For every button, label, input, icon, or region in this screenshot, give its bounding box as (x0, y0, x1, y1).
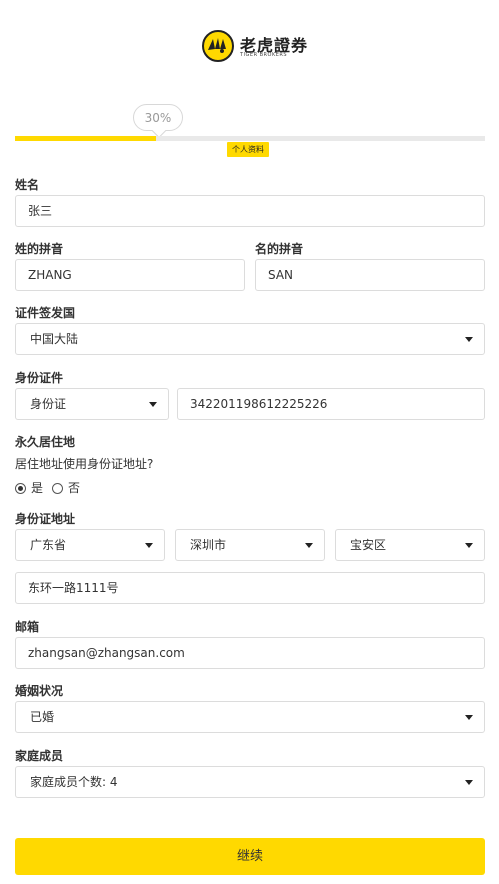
issuing-country-label: 证件签发国 (15, 306, 76, 320)
province-value: 广东省 (30, 538, 67, 552)
id-number-input[interactable]: 342201198612225226 (177, 388, 485, 420)
name-input[interactable]: 张三 (15, 195, 485, 227)
marital-status-value: 已婚 (30, 710, 55, 724)
province-select[interactable]: 广东省 (15, 529, 165, 561)
issuing-country-select[interactable]: 中国大陆 (15, 323, 485, 355)
residence-question: 居住地址使用身份证地址? (15, 457, 154, 471)
progress-bar (15, 136, 485, 141)
district-select[interactable]: 宝安区 (335, 529, 485, 561)
brand-name-en: TIGER BROKERS (240, 52, 288, 58)
radio-yes-label[interactable]: 是 (31, 481, 43, 496)
caret-down-icon (305, 543, 313, 548)
permanent-residence-label: 永久居住地 (15, 435, 76, 449)
caret-down-icon (465, 543, 473, 548)
email-label: 邮箱 (15, 620, 40, 634)
city-value: 深圳市 (190, 538, 227, 552)
id-document-label: 身份证件 (15, 371, 64, 385)
surname-pinyin-label: 姓的拼音 (15, 242, 64, 256)
caret-down-icon (465, 715, 473, 720)
district-value: 宝安区 (350, 538, 387, 552)
street-address-input[interactable]: 东环一路1111号 (15, 572, 485, 604)
step-tag: 个人资料 (227, 142, 269, 157)
id-address-label: 身份证地址 (15, 512, 76, 526)
city-select[interactable]: 深圳市 (175, 529, 325, 561)
caret-down-icon (465, 337, 473, 342)
progress-fill (15, 136, 156, 141)
continue-button[interactable]: 继续 (15, 838, 485, 875)
caret-down-icon (149, 402, 157, 407)
family-label: 家庭成员 (15, 749, 64, 763)
surname-pinyin-input[interactable]: ZHANG (15, 259, 245, 291)
marital-status-select[interactable]: 已婚 (15, 701, 485, 733)
marital-status-label: 婚姻状况 (15, 684, 64, 698)
family-members-value: 家庭成员个数: 4 (30, 775, 118, 789)
radio-no[interactable] (52, 483, 63, 494)
radio-yes[interactable] (15, 483, 26, 494)
name-label: 姓名 (15, 178, 40, 192)
given-pinyin-input[interactable]: SAN (255, 259, 485, 291)
brand-logo: 老虎證券 TIGER BROKERS (0, 30, 499, 64)
id-type-select[interactable]: 身份证 (15, 388, 169, 420)
given-pinyin-label: 名的拼音 (255, 242, 304, 256)
caret-down-icon (465, 780, 473, 785)
radio-no-label[interactable]: 否 (68, 481, 80, 496)
issuing-country-value: 中国大陆 (30, 332, 79, 346)
email-input[interactable]: zhangsan@zhangsan.com (15, 637, 485, 669)
id-type-value: 身份证 (30, 397, 67, 411)
tiger-icon (202, 30, 234, 62)
family-members-select[interactable]: 家庭成员个数: 4 (15, 766, 485, 798)
caret-down-icon (145, 543, 153, 548)
progress-percent-bubble: 30% (133, 104, 183, 131)
